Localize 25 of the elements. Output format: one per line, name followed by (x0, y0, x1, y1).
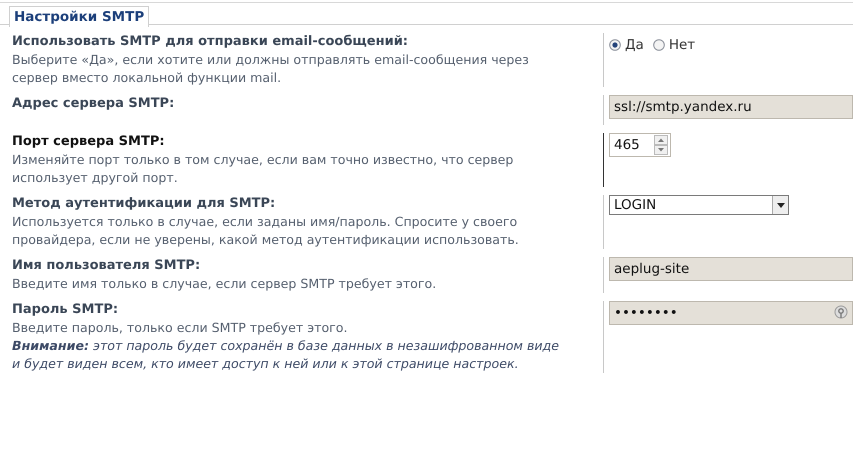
spinner-icon[interactable] (654, 135, 668, 155)
setting-description: Введите пароль, только если SMTP требует этого. (12, 319, 348, 337)
setting-description: Введите имя только в случае, если сервер SMTP требует этого. (12, 275, 438, 293)
section-title: Настройки SMTP (9, 6, 150, 27)
radio-option[interactable]: Нет (652, 36, 696, 54)
dropdown[interactable]: LOGIN (609, 195, 789, 215)
key-icon[interactable] (834, 305, 848, 321)
radio-option[interactable]: Да (609, 36, 644, 54)
setting-label: Имя пользователя SMTP: (12, 257, 202, 275)
text-field[interactable]: ssl://smtp.yandex.ru (609, 95, 853, 119)
radio-icon[interactable] (609, 39, 621, 51)
setting-label: Пароль SMTP: (12, 301, 120, 319)
text-field[interactable]: aeplug-site (609, 257, 853, 281)
warning-text: Внимание: этот пароль будет сохранён в базе данных в незашифрованном виде и будет виден всем, кто имеет доступ к ней или к этой странице настроек. (12, 337, 560, 373)
setting-label: Метод аутентификации для SMTP: (12, 195, 276, 213)
setting-label: Порт сервера SMTP: (12, 133, 166, 151)
setting-label: Использовать SMTP для отправки email-сообщений: (12, 33, 410, 51)
password-field[interactable]: •••••••• (609, 301, 853, 325)
caret-icon (776, 202, 784, 208)
radio-icon[interactable] (652, 39, 665, 51)
setting-description: Изменяйте порт только в том случае, если вам точно известно, что сервер использует другой порт. (12, 151, 514, 187)
number-field[interactable]: 465 (609, 133, 671, 157)
setting-description: Выберите «Да», если хотите или должны отправлять email-сообщения через сервер вместо локальной функции mail. (12, 51, 530, 87)
setting-label: Адрес сервера SMTP: (12, 95, 176, 113)
setting-description: Используется только в случае, если заданы имя/пароль. Спросите у своего провайдера, если не уверены, какой метод аутентификации использовать. (12, 213, 520, 249)
